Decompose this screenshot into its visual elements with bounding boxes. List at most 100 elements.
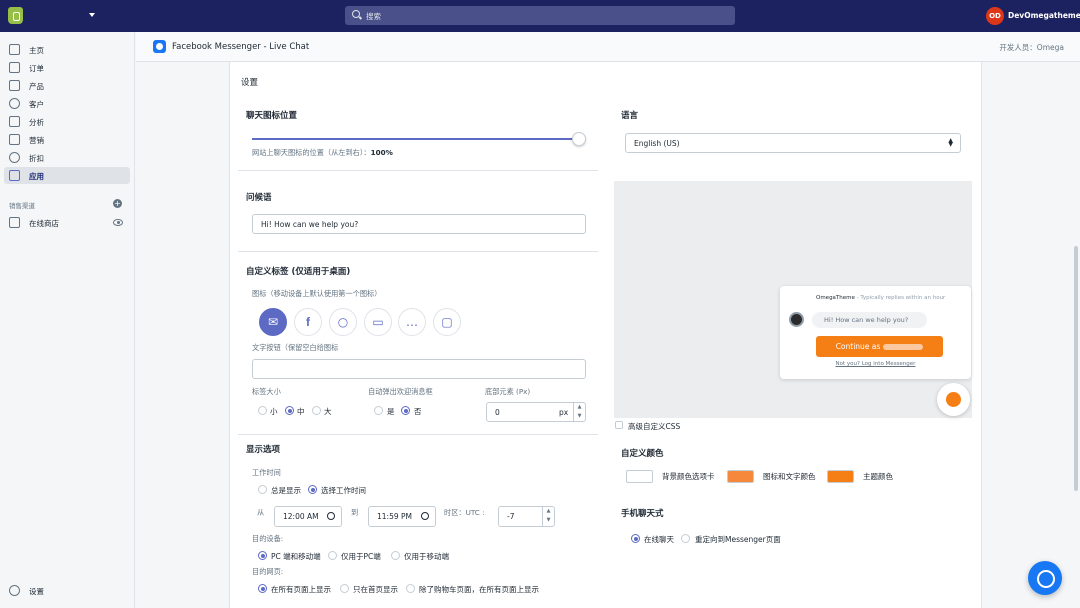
device-mobile-label: 仅用于移动端 xyxy=(404,552,449,561)
megaphone-icon xyxy=(9,134,20,145)
sidebar-item-marketing[interactable]: 营销 xyxy=(4,131,130,148)
icon-text-color-swatch[interactable] xyxy=(727,470,754,483)
page-except-cart-radio[interactable] xyxy=(406,584,415,593)
text-button-input[interactable] xyxy=(252,359,586,379)
log-into-messenger-link[interactable]: Not you? Log into Messenger xyxy=(780,361,971,367)
preview-messenger-icon[interactable] xyxy=(937,383,970,416)
continue-as-button[interactable]: Continue as xyxy=(816,336,943,357)
size-radio-large[interactable] xyxy=(312,406,321,415)
text-button-label: 文字按钮（保留空白给图标 xyxy=(252,343,339,352)
page-except-cart-label: 除了购物车页面，在所有页面上显示 xyxy=(419,585,539,594)
speech-dots-icon[interactable]: … xyxy=(398,308,426,336)
app-title: Facebook Messenger - Live Chat xyxy=(172,42,310,52)
preview-title: OmegaTheme - Typically replies within an… xyxy=(816,295,946,301)
mobile-live-chat-label: 在线聊天 xyxy=(644,535,674,544)
auto-popup-no-radio[interactable] xyxy=(401,406,410,415)
sidebar-item-products[interactable]: 产品 xyxy=(4,77,130,94)
page-scrollbar[interactable] xyxy=(1074,246,1078,491)
message-square-icon[interactable]: ▢ xyxy=(433,308,461,336)
always-show-radio[interactable] xyxy=(258,485,267,494)
store-switcher-chevron-down-icon[interactable] xyxy=(89,13,95,17)
mobile-live-chat-radio[interactable] xyxy=(631,534,640,543)
gear-icon xyxy=(9,585,20,596)
sidebar-item-label: 分析 xyxy=(29,118,44,127)
page-target-label: 目的网页: xyxy=(252,567,284,576)
device-all-label: PC 端和移动端 xyxy=(271,552,321,561)
sidebar-item-orders[interactable]: 订单 xyxy=(4,59,130,76)
sidebar-item-settings[interactable]: 设置 xyxy=(4,582,130,599)
size-label-small: 小 xyxy=(270,407,278,416)
bottom-margin-stepper[interactable]: 0 px ▲ ▼ xyxy=(486,402,586,422)
preview-avatar xyxy=(789,312,804,327)
shopify-logo-icon[interactable] xyxy=(8,7,23,24)
stepper-arrows-icon[interactable]: ▲ ▼ xyxy=(573,403,585,421)
bottom-margin-value: 0 xyxy=(495,408,500,417)
sidebar-item-home[interactable]: 主页 xyxy=(4,41,130,58)
chat-bubbles-icon[interactable]: ○ xyxy=(329,308,357,336)
add-channel-plus-icon[interactable]: + xyxy=(113,199,122,208)
stepper-arrows-icon[interactable]: ▲ ▼ xyxy=(542,507,554,526)
sidebar-item-label: 营销 xyxy=(29,136,44,145)
device-all-radio[interactable] xyxy=(258,551,267,560)
sidebar-item-label: 客户 xyxy=(29,100,44,109)
search-input[interactable]: 搜索 xyxy=(345,6,735,25)
sidebar-item-discounts[interactable]: 折扣 xyxy=(4,149,130,166)
device-pc-label: 仅用于PC端 xyxy=(341,552,381,561)
device-pc-radio[interactable] xyxy=(328,551,337,560)
messenger-app-icon xyxy=(153,40,166,53)
user-name[interactable]: DevOmegatheme xyxy=(1008,11,1080,20)
chat-window-icon[interactable]: ▭ xyxy=(364,308,392,336)
store-icon xyxy=(9,217,20,228)
size-radio-medium[interactable] xyxy=(285,406,294,415)
messenger-chat-button[interactable] xyxy=(1028,561,1062,595)
messenger-icon[interactable]: ✉ xyxy=(259,308,287,336)
eye-icon[interactable] xyxy=(113,219,123,226)
device-label: 目的设备: xyxy=(252,534,284,543)
sidebar-item-apps[interactable]: 应用 xyxy=(4,167,130,184)
mobile-chat-heading: 手机聊天式 xyxy=(621,509,664,519)
divider xyxy=(238,434,598,435)
sidebar-item-analytics[interactable]: 分析 xyxy=(4,113,130,130)
position-caption: 网站上聊天图标的位置（从左到右）：100% xyxy=(252,148,393,157)
sidebar-item-label: 主页 xyxy=(29,46,44,55)
greeting-input[interactable]: Hi! How can we help you? xyxy=(252,214,586,234)
mobile-redirect-radio[interactable] xyxy=(681,534,690,543)
advanced-css-checkbox[interactable] xyxy=(615,421,623,429)
greeting-heading: 问候语 xyxy=(246,193,272,203)
app-header: Facebook Messenger - Live Chat 开发人员：Omeg… xyxy=(136,32,1080,62)
bg-color-swatch[interactable] xyxy=(626,470,653,483)
sidebar-item-online-store[interactable]: 在线商店 xyxy=(4,214,130,231)
page-home-radio[interactable] xyxy=(340,584,349,593)
language-select[interactable]: English (US) ▲ ▼ xyxy=(625,133,961,153)
from-label: 从 xyxy=(257,508,265,517)
work-hours-radio[interactable] xyxy=(308,485,317,494)
sidebar-item-customers[interactable]: 客户 xyxy=(4,95,130,112)
from-time-value: 12:00 AM xyxy=(283,512,319,521)
developer-label[interactable]: 开发人员：Omega xyxy=(999,42,1064,53)
page-all-radio[interactable] xyxy=(258,584,267,593)
size-radio-small[interactable] xyxy=(258,406,267,415)
language-value: English (US) xyxy=(634,139,680,148)
to-time-input[interactable]: 11:59 PM xyxy=(368,506,436,527)
theme-color-swatch[interactable] xyxy=(827,470,854,483)
orders-icon xyxy=(9,62,20,73)
advanced-css-label: 高级自定义CSS xyxy=(628,422,681,431)
position-slider-handle[interactable] xyxy=(572,132,586,146)
sales-channels-title: 销售渠道 xyxy=(9,202,35,210)
device-mobile-radio[interactable] xyxy=(391,551,400,560)
avatar[interactable]: OD xyxy=(986,7,1004,25)
always-show-label: 总是显示 xyxy=(271,486,301,495)
bottom-margin-label: 底部元素 (Px) xyxy=(485,387,531,396)
sidebar-item-label: 设置 xyxy=(29,587,44,596)
work-time-label: 工作时间 xyxy=(252,468,281,477)
from-time-input[interactable]: 12:00 AM xyxy=(274,506,342,527)
timezone-label: 时区：UTC : xyxy=(444,508,485,517)
mobile-redirect-label: 重定向到Messenger页面 xyxy=(695,535,781,544)
sidebar-item-label: 产品 xyxy=(29,82,44,91)
greeting-value: Hi! How can we help you? xyxy=(261,220,359,229)
facebook-icon[interactable]: f xyxy=(294,308,322,336)
timezone-stepper[interactable]: -7 ▲ ▼ xyxy=(498,506,555,527)
settings-card: 设置 聊天图标位置 网站上聊天图标的位置（从左到右）：100% 语言 Engli… xyxy=(229,62,982,608)
position-slider-track[interactable] xyxy=(252,138,580,140)
auto-popup-yes-radio[interactable] xyxy=(374,406,383,415)
